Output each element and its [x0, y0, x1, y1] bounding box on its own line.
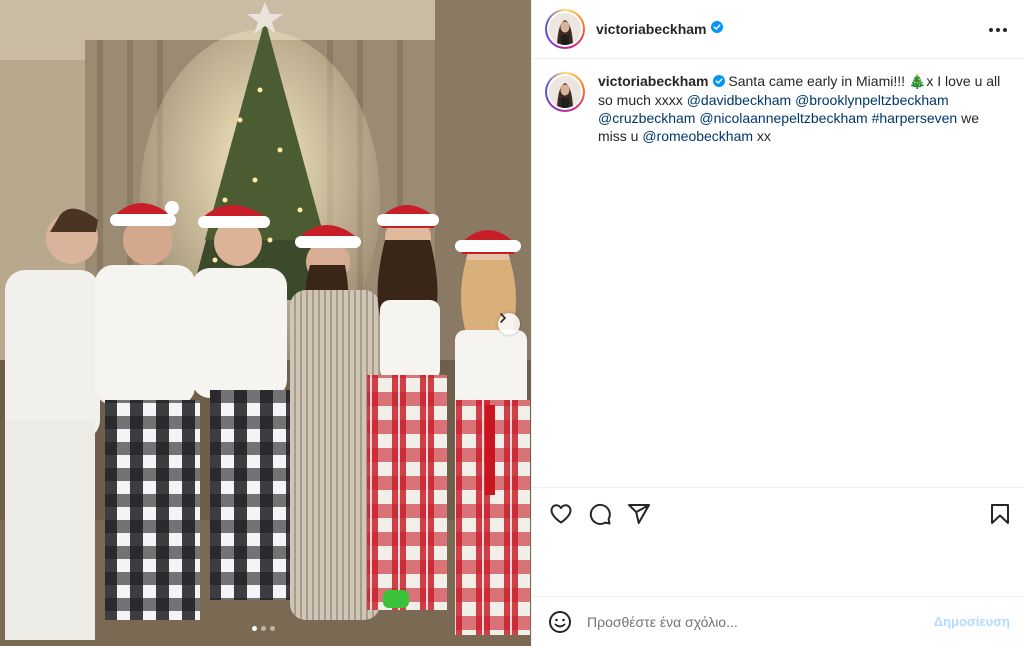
share-button[interactable]: [627, 502, 651, 531]
tree-emoji: 🎄: [908, 73, 927, 89]
verified-icon: [712, 73, 725, 91]
emoji-button[interactable]: [548, 610, 572, 639]
hashtag-link[interactable]: #harperseven: [872, 110, 958, 126]
mention-link[interactable]: @davidbeckham: [687, 92, 792, 108]
mention-link[interactable]: @brooklynpeltzbeckham: [795, 92, 949, 108]
carousel-dot: [270, 626, 275, 631]
bookmark-icon: [991, 504, 1009, 524]
post-comment-button[interactable]: Δημοσίευση: [934, 614, 1010, 629]
more-icon[interactable]: [986, 21, 1010, 39]
mention-link[interactable]: @nicolaannepeltzbeckham: [699, 110, 867, 126]
caption-avatar[interactable]: [545, 72, 585, 112]
mention-link[interactable]: @cruzbeckham: [598, 110, 695, 126]
comment-icon: [589, 503, 611, 525]
post-caption: victoriabeckham Santa came early in Miam…: [545, 72, 1015, 145]
save-button[interactable]: [989, 502, 1011, 531]
chevron-right-icon: [500, 313, 506, 323]
post-header: victoriabeckham: [532, 0, 1024, 59]
caption-username[interactable]: victoriabeckham: [598, 73, 709, 89]
carousel-next-button[interactable]: [498, 313, 520, 335]
profile-photo: [549, 76, 581, 108]
avatar[interactable]: [545, 9, 585, 49]
post-author-username[interactable]: victoriabeckham: [596, 21, 707, 37]
share-icon: [628, 504, 650, 524]
comment-input[interactable]: [587, 611, 917, 633]
caption-body: xx: [753, 128, 771, 145]
caption-body: Santa came early in Miami!!!: [728, 73, 909, 89]
post-side-panel: victoriabeckham victoriabeckham Santa ca…: [531, 0, 1024, 646]
mention-link[interactable]: @romeobeckham: [642, 128, 753, 144]
comment-bar: Δημοσίευση: [532, 596, 1024, 646]
verified-icon: [710, 20, 723, 38]
carousel-dot: [252, 626, 257, 631]
action-bar: [532, 487, 1024, 539]
like-button[interactable]: [549, 502, 573, 531]
heart-icon: [550, 504, 572, 524]
profile-photo: [549, 13, 581, 45]
caption-text: victoriabeckham Santa came early in Miam…: [598, 72, 1008, 145]
post-photo[interactable]: [0, 0, 531, 646]
family-christmas-photo: [0, 0, 531, 646]
emoji-icon: [549, 611, 571, 633]
carousel-dot: [261, 626, 266, 631]
comment-button[interactable]: [588, 502, 612, 531]
carousel-indicator: [252, 626, 275, 631]
